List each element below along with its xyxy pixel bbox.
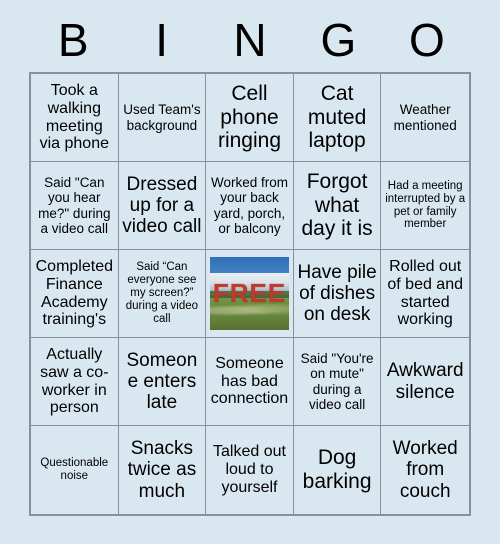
bingo-cell-label: Rolled out of bed and started working <box>387 257 463 329</box>
bingo-cell[interactable]: Cell phone ringing <box>206 74 294 162</box>
bingo-cell[interactable]: Completed Finance Academy training's <box>31 250 119 338</box>
bingo-cell[interactable]: Said “Can everyone see my screen?” durin… <box>118 250 207 338</box>
bingo-cell[interactable]: Worked from couch <box>381 426 469 514</box>
bingo-cell[interactable]: Awkward silence <box>381 338 469 426</box>
bingo-cell-label: Snacks twice as much <box>127 438 197 502</box>
bingo-cell[interactable]: Had a meeting interrupted by a pet or fa… <box>381 162 469 250</box>
header-letter-i: I <box>155 14 168 66</box>
bingo-cell-label: Completed Finance Academy training's <box>35 257 113 329</box>
bingo-cell[interactable]: Said "Can you hear me?" during a video c… <box>31 162 119 250</box>
bingo-cell-label: Weather mentioned <box>393 102 457 133</box>
bingo-cell[interactable]: Cat muted laptop <box>293 74 382 162</box>
bingo-cell[interactable]: Have pile of dishes on desk <box>293 250 382 338</box>
bingo-cell-label: Used Team's background <box>123 102 201 133</box>
bingo-cell-label: Dressed up for a video call <box>122 173 202 238</box>
bingo-card: B I N G O Took a walking meeting via pho… <box>0 0 500 544</box>
bingo-cell-label: Dog barking <box>302 446 372 493</box>
bingo-cell[interactable]: Took a walking meeting via phone <box>31 74 119 162</box>
bingo-cell-label: Worked from couch <box>392 438 458 502</box>
bingo-cell[interactable]: Dressed up for a video call <box>118 162 207 250</box>
bingo-cell-label: Said "You're on mute" during a video cal… <box>300 351 374 412</box>
bingo-cell-label: Talked out loud to yourself <box>213 443 286 496</box>
bingo-cell-label: Had a meeting interrupted by a pet or fa… <box>385 179 466 231</box>
bingo-cell[interactable]: Worked from your back yard, porch, or ba… <box>206 162 294 250</box>
bingo-cell-free-space[interactable]: FREE <box>206 250 294 338</box>
bingo-cell[interactable]: Someone enters late <box>118 338 207 426</box>
bingo-cell[interactable]: Talked out loud to yourself <box>206 426 294 514</box>
bingo-cell-label: Said “Can everyone see my screen?” durin… <box>125 261 199 325</box>
bingo-cell-label: Cat muted laptop <box>307 82 367 153</box>
bingo-cell-label: Someone has bad connection <box>210 354 289 408</box>
bingo-cell[interactable]: Questionable noise <box>31 426 119 514</box>
free-space-label: FREE <box>212 278 287 308</box>
bingo-cell[interactable]: Actually saw a co-worker in person <box>31 338 119 426</box>
bingo-cell[interactable]: Dog barking <box>293 426 382 514</box>
header-letter-o: O <box>408 14 445 66</box>
header-letter-n: N <box>233 14 267 66</box>
bingo-cell[interactable]: Used Team's background <box>118 74 207 162</box>
bingo-cell-label: Questionable noise <box>40 457 109 482</box>
bingo-cell-label: Actually saw a co-worker in person <box>40 345 109 417</box>
bingo-cell[interactable]: Someone has bad connection <box>206 338 294 426</box>
bingo-cell[interactable]: Snacks twice as much <box>118 426 207 514</box>
header-letter-b: B <box>57 14 89 66</box>
bingo-cell-label: Awkward silence <box>386 360 464 403</box>
header-letter-g: G <box>320 14 357 66</box>
bingo-cell-label: Have pile of dishes on desk <box>297 261 377 326</box>
bingo-grid: Took a walking meeting via phone Used Tea… <box>29 72 471 516</box>
bingo-cell[interactable]: Rolled out of bed and started working <box>381 250 469 338</box>
bingo-cell-label: Cell phone ringing <box>217 82 282 153</box>
bingo-cell-label: Forgot what day it is <box>301 170 373 241</box>
bingo-cell-label: Took a walking meeting via phone <box>39 81 109 153</box>
bingo-cell-label: Someone enters late <box>126 349 198 414</box>
bingo-cell[interactable]: Weather mentioned <box>381 74 469 162</box>
bingo-cell-label: Worked from your back yard, porch, or ba… <box>210 175 288 236</box>
bingo-cell[interactable]: Said "You're on mute" during a video cal… <box>293 338 382 426</box>
bingo-header: B I N G O <box>29 8 471 72</box>
bingo-cell-label: Said "Can you hear me?" during a video c… <box>38 175 111 236</box>
bingo-cell[interactable]: Forgot what day it is <box>293 162 382 250</box>
